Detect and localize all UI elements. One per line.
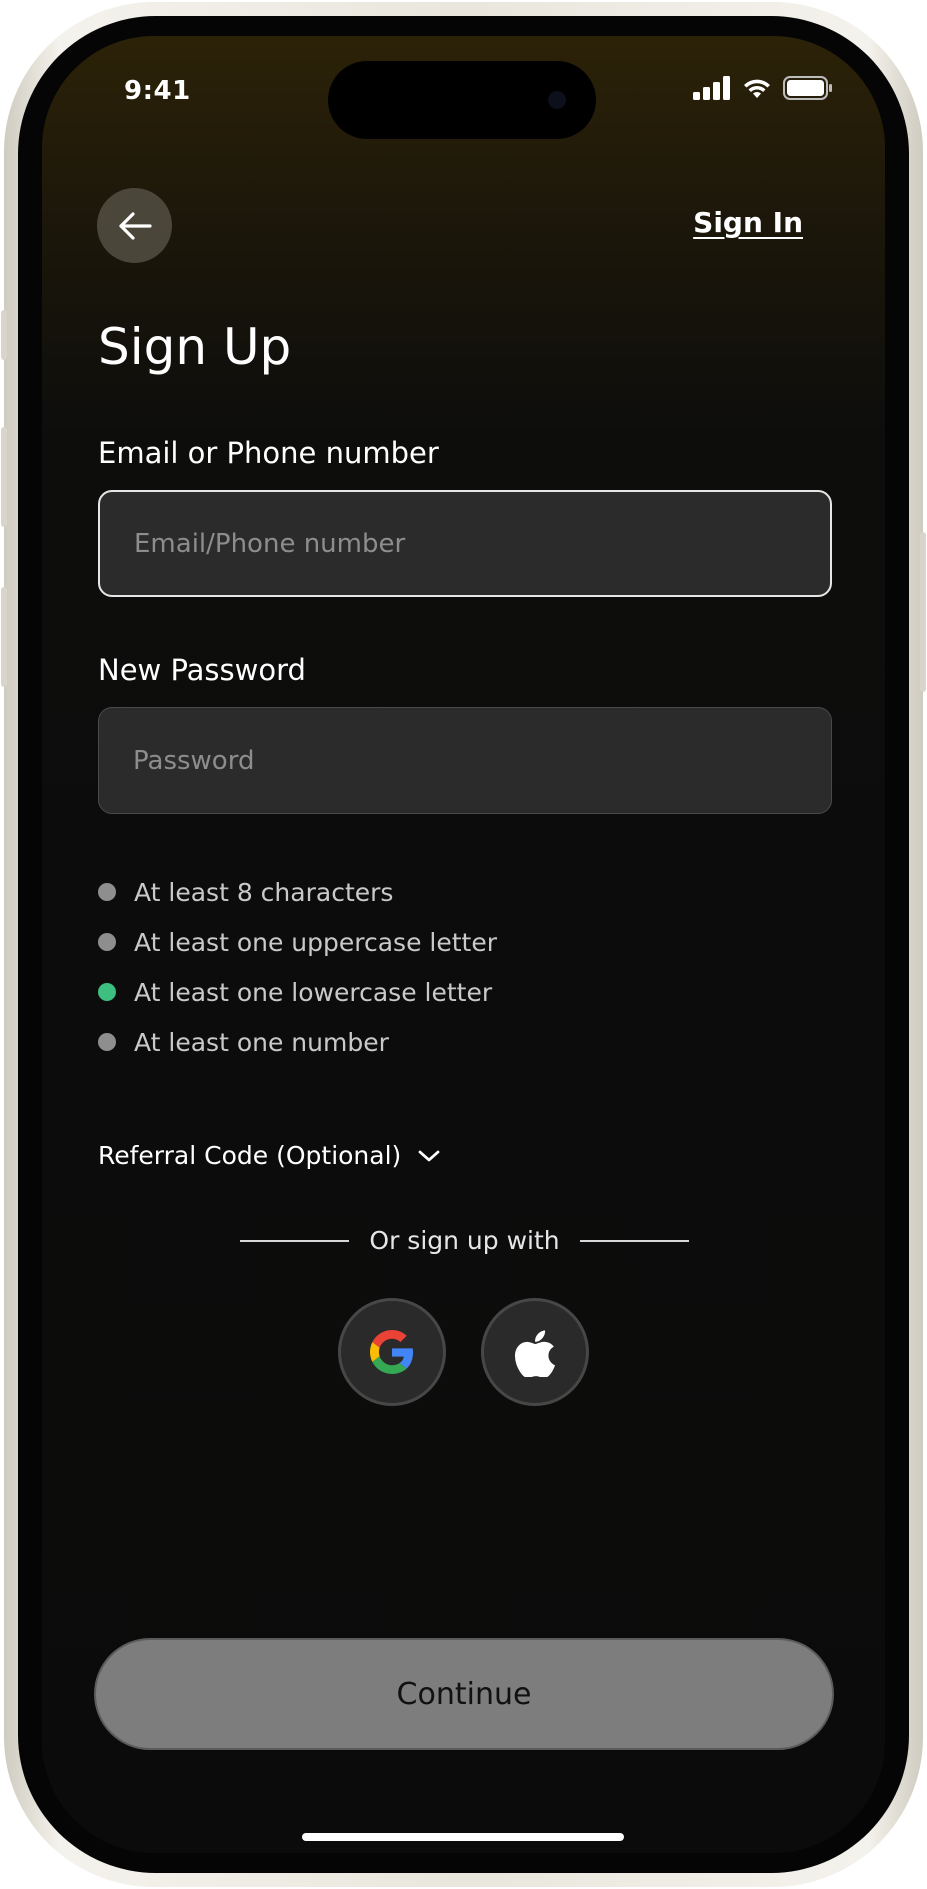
- requirement-lowercase: At least one lowercase letter: [98, 967, 497, 1017]
- power-button: [920, 532, 926, 692]
- back-button[interactable]: [97, 188, 172, 263]
- requirement-number: At least one number: [98, 1017, 497, 1067]
- sign-in-link[interactable]: Sign In: [693, 206, 803, 239]
- action-button: [1, 310, 7, 360]
- arrow-left-icon: [118, 211, 152, 240]
- google-signup-button[interactable]: [338, 1298, 446, 1406]
- status-icons: [693, 76, 833, 100]
- volume-down-button: [1, 587, 7, 687]
- continue-button[interactable]: Continue: [94, 1638, 834, 1750]
- email-label: Email or Phone number: [98, 436, 439, 470]
- apple-icon: [515, 1330, 556, 1377]
- signal-icon: [693, 76, 730, 100]
- requirement-text: At least one lowercase letter: [134, 977, 493, 1007]
- requirement-text: At least one number: [134, 1027, 389, 1057]
- password-input[interactable]: [98, 707, 832, 814]
- social-divider: Or sign up with: [240, 1226, 690, 1255]
- volume-up-button: [1, 427, 7, 527]
- status-bar: 9:41: [42, 36, 885, 146]
- requirement-status-dot: [98, 883, 116, 901]
- divider-line: [579, 1239, 690, 1242]
- social-divider-text: Or sign up with: [369, 1226, 560, 1255]
- requirement-text: At least 8 characters: [134, 877, 394, 907]
- apple-signup-button[interactable]: [481, 1298, 589, 1406]
- requirement-text: At least one uppercase letter: [134, 927, 498, 957]
- requirement-status-dot: [98, 983, 116, 1001]
- front-camera: [548, 91, 566, 109]
- google-icon: [370, 1330, 414, 1374]
- email-input[interactable]: [98, 490, 832, 597]
- screen: 9:41 Sign In Sign Up Email or Phone numb…: [42, 36, 885, 1853]
- referral-code-label: Referral Code (Optional): [98, 1141, 402, 1170]
- requirement-uppercase: At least one uppercase letter: [98, 917, 497, 967]
- dynamic-island: [328, 61, 596, 139]
- password-label: New Password: [98, 653, 306, 687]
- home-indicator: [302, 1833, 624, 1841]
- battery-icon: [783, 76, 832, 100]
- wifi-icon: [744, 79, 770, 98]
- chevron-down-icon: [418, 1150, 440, 1161]
- status-time: 9:41: [124, 76, 191, 106]
- password-requirements: At least 8 characters At least one upper…: [98, 867, 497, 1067]
- requirement-min-length: At least 8 characters: [98, 867, 497, 917]
- requirement-status-dot: [98, 1033, 116, 1051]
- page-title: Sign Up: [98, 318, 292, 376]
- referral-code-toggle[interactable]: Referral Code (Optional): [98, 1141, 441, 1170]
- divider-line: [240, 1239, 350, 1242]
- requirement-status-dot: [98, 933, 116, 951]
